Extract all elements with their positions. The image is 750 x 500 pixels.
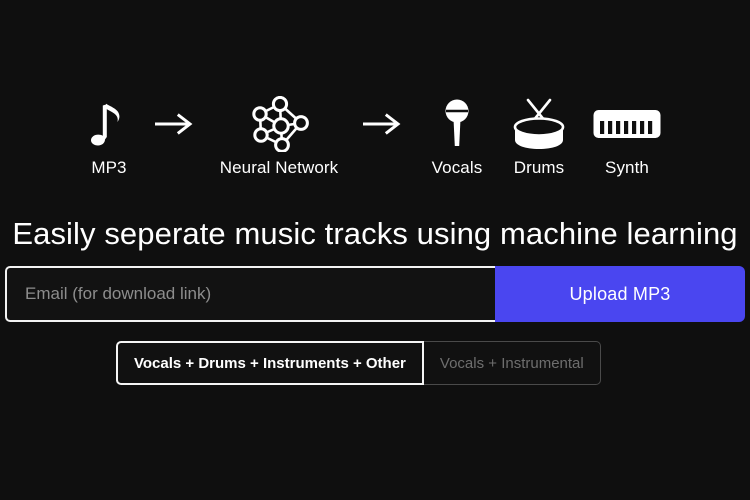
mode-option-instrumental[interactable]: Vocals + Instrumental [423,341,601,385]
microphone-icon [440,96,474,152]
upload-mp3-button[interactable]: Upload MP3 [495,266,745,322]
pipeline-stage-label: Vocals [431,158,483,177]
drum-icon [510,96,568,152]
pipeline-stage-label: Drums [513,158,565,177]
neural-network-icon [248,96,310,152]
pipeline-stage-label: MP3 [91,158,127,177]
pipeline-stage-label: Neural Network [219,158,339,177]
mode-option-stems[interactable]: Vocals + Drums + Instruments + Other [116,341,424,385]
pipeline-stage-neural-network: Neural Network [209,96,349,178]
separation-mode-toggle: Vocals + Drums + Instruments + Other Voc… [116,341,601,385]
arrow-right-icon-1 [141,96,209,152]
page-headline: Easily seperate music tracks using machi… [12,216,738,251]
pipeline-row: MP3 Neural Network Vocals Drums Synth [0,96,750,178]
keyboard-synth-icon [592,96,662,152]
music-note-icon [89,96,129,152]
arrow-right-icon-2 [349,96,417,152]
pipeline-stage-drums: Drums [497,96,581,178]
pipeline-stage-label: Synth [605,158,649,177]
email-input[interactable] [5,266,495,322]
pipeline-stage-mp3: MP3 [77,96,141,178]
pipeline-stage-synth: Synth [581,96,673,178]
pipeline-stage-vocals: Vocals [417,96,497,178]
signup-row: Upload MP3 [5,266,745,322]
